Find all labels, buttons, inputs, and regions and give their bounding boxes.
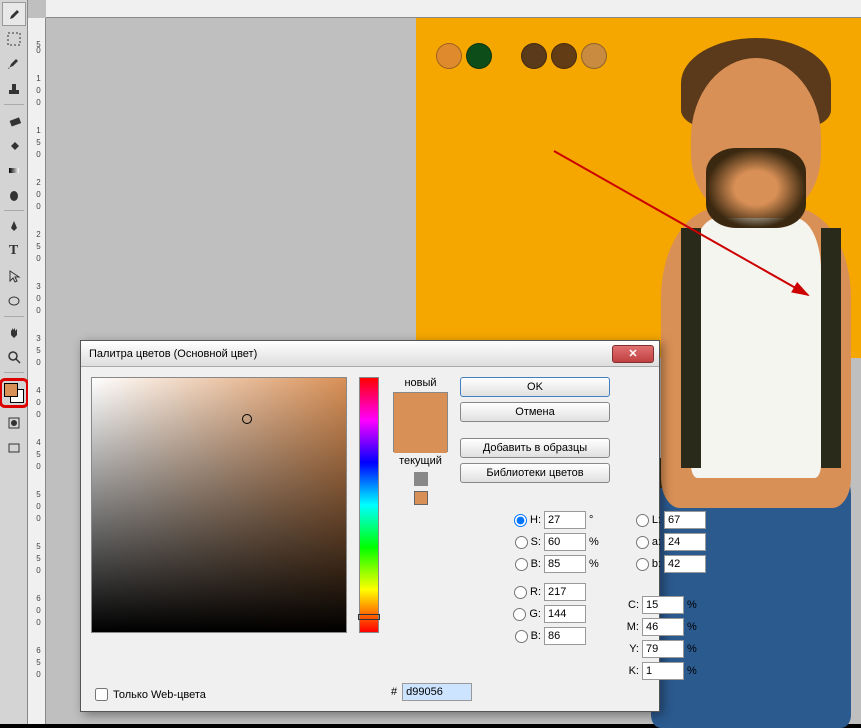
l-radio-label[interactable]: L: xyxy=(621,514,661,527)
m-label: M: xyxy=(621,621,639,633)
separator xyxy=(4,210,24,211)
screenmode-tool[interactable] xyxy=(2,436,26,460)
b-hsb-input[interactable] xyxy=(544,555,586,573)
type-tool[interactable]: T xyxy=(2,239,26,263)
websafe-swatch-icon[interactable] xyxy=(414,491,428,505)
shape-tool[interactable] xyxy=(2,289,26,313)
a-radio-label[interactable]: a: xyxy=(621,536,661,549)
color-swatch-2 xyxy=(466,43,492,69)
healing-tool[interactable] xyxy=(2,133,26,157)
m-input[interactable] xyxy=(642,618,684,636)
ok-button[interactable]: OK xyxy=(460,377,610,397)
b-rgb-input[interactable] xyxy=(544,627,586,645)
b-hsb-radio[interactable] xyxy=(515,558,528,571)
g-input[interactable] xyxy=(544,605,586,623)
g-radio-label[interactable]: G: xyxy=(499,608,541,621)
s-radio-label[interactable]: S: xyxy=(499,536,541,549)
pen-tool[interactable] xyxy=(2,214,26,238)
hex-input[interactable] xyxy=(402,683,472,701)
b-lab-input[interactable] xyxy=(664,555,706,573)
color-picker-highlight xyxy=(0,378,29,408)
dialog-title: Палитра цветов (Основной цвет) xyxy=(89,348,257,360)
hex-label: # xyxy=(391,686,397,698)
b-lab-radio[interactable] xyxy=(636,558,649,571)
color-field-marker[interactable] xyxy=(242,414,252,424)
color-picker-dialog: Палитра цветов (Основной цвет) ✕ новый т… xyxy=(80,340,660,712)
tool-palette: T xyxy=(0,0,28,724)
l-input[interactable] xyxy=(664,511,706,529)
r-radio-label[interactable]: R: xyxy=(499,586,541,599)
color-swatch-1 xyxy=(436,43,462,69)
k-input[interactable] xyxy=(642,662,684,680)
current-color-label: текущий xyxy=(399,455,442,467)
gradient-tool[interactable] xyxy=(2,158,26,182)
g-radio[interactable] xyxy=(513,608,526,621)
cancel-button[interactable]: Отмена xyxy=(460,402,610,422)
ruler-horizontal xyxy=(46,0,861,18)
color-swatch-4 xyxy=(551,43,577,69)
eyedropper-tool[interactable] xyxy=(2,2,26,26)
foreground-color-swatch[interactable] xyxy=(4,383,18,397)
fg-bg-color[interactable] xyxy=(4,383,24,403)
eraser-tool[interactable] xyxy=(2,108,26,132)
ruler-vertical: 501 0 01 5 02 0 02 5 03 0 03 5 04 0 04 5… xyxy=(28,18,46,724)
h-input[interactable] xyxy=(544,511,586,529)
a-radio[interactable] xyxy=(636,536,649,549)
color-libraries-button[interactable]: Библиотеки цветов xyxy=(460,463,610,483)
y-label: Y: xyxy=(621,643,639,655)
r-input[interactable] xyxy=(544,583,586,601)
quickmask-tool[interactable] xyxy=(2,411,26,435)
current-color-preview xyxy=(394,423,447,453)
separator xyxy=(4,104,24,105)
color-swatch-5 xyxy=(581,43,607,69)
webonly-checkbox[interactable] xyxy=(95,688,108,701)
marquee-tool[interactable] xyxy=(2,27,26,51)
h-radio-label[interactable]: H: xyxy=(499,514,541,527)
y-input[interactable] xyxy=(642,640,684,658)
dialog-titlebar[interactable]: Палитра цветов (Основной цвет) ✕ xyxy=(81,341,659,367)
color-field[interactable] xyxy=(91,377,347,633)
separator xyxy=(4,316,24,317)
b-lab-radio-label[interactable]: b: xyxy=(621,558,661,571)
brush-tool[interactable] xyxy=(2,52,26,76)
color-preview xyxy=(393,392,448,452)
s-radio[interactable] xyxy=(515,536,528,549)
add-swatch-button[interactable]: Добавить в образцы xyxy=(460,438,610,458)
hue-slider[interactable] xyxy=(359,377,379,633)
hand-tool[interactable] xyxy=(2,320,26,344)
new-color-label: новый xyxy=(404,377,436,389)
r-radio[interactable] xyxy=(514,586,527,599)
l-radio[interactable] xyxy=(636,514,649,527)
gamut-warning-icon[interactable] xyxy=(414,472,428,486)
stamp-tool[interactable] xyxy=(2,77,26,101)
blur-tool[interactable] xyxy=(2,183,26,207)
close-button[interactable]: ✕ xyxy=(612,345,654,363)
separator xyxy=(4,372,24,373)
b-rgb-radio[interactable] xyxy=(515,630,528,643)
b-rgb-radio-label[interactable]: B: xyxy=(499,630,541,643)
path-select-tool[interactable] xyxy=(2,264,26,288)
c-input[interactable] xyxy=(642,596,684,614)
color-swatch-3 xyxy=(521,43,547,69)
c-label: C: xyxy=(621,599,639,611)
webonly-label: Только Web-цвета xyxy=(113,689,206,701)
zoom-tool[interactable] xyxy=(2,345,26,369)
b-radio-label[interactable]: B: xyxy=(499,558,541,571)
hue-slider-marker[interactable] xyxy=(358,614,380,620)
k-label: K: xyxy=(621,665,639,677)
s-input[interactable] xyxy=(544,533,586,551)
new-color-preview xyxy=(394,393,447,423)
a-input[interactable] xyxy=(664,533,706,551)
h-radio[interactable] xyxy=(514,514,527,527)
